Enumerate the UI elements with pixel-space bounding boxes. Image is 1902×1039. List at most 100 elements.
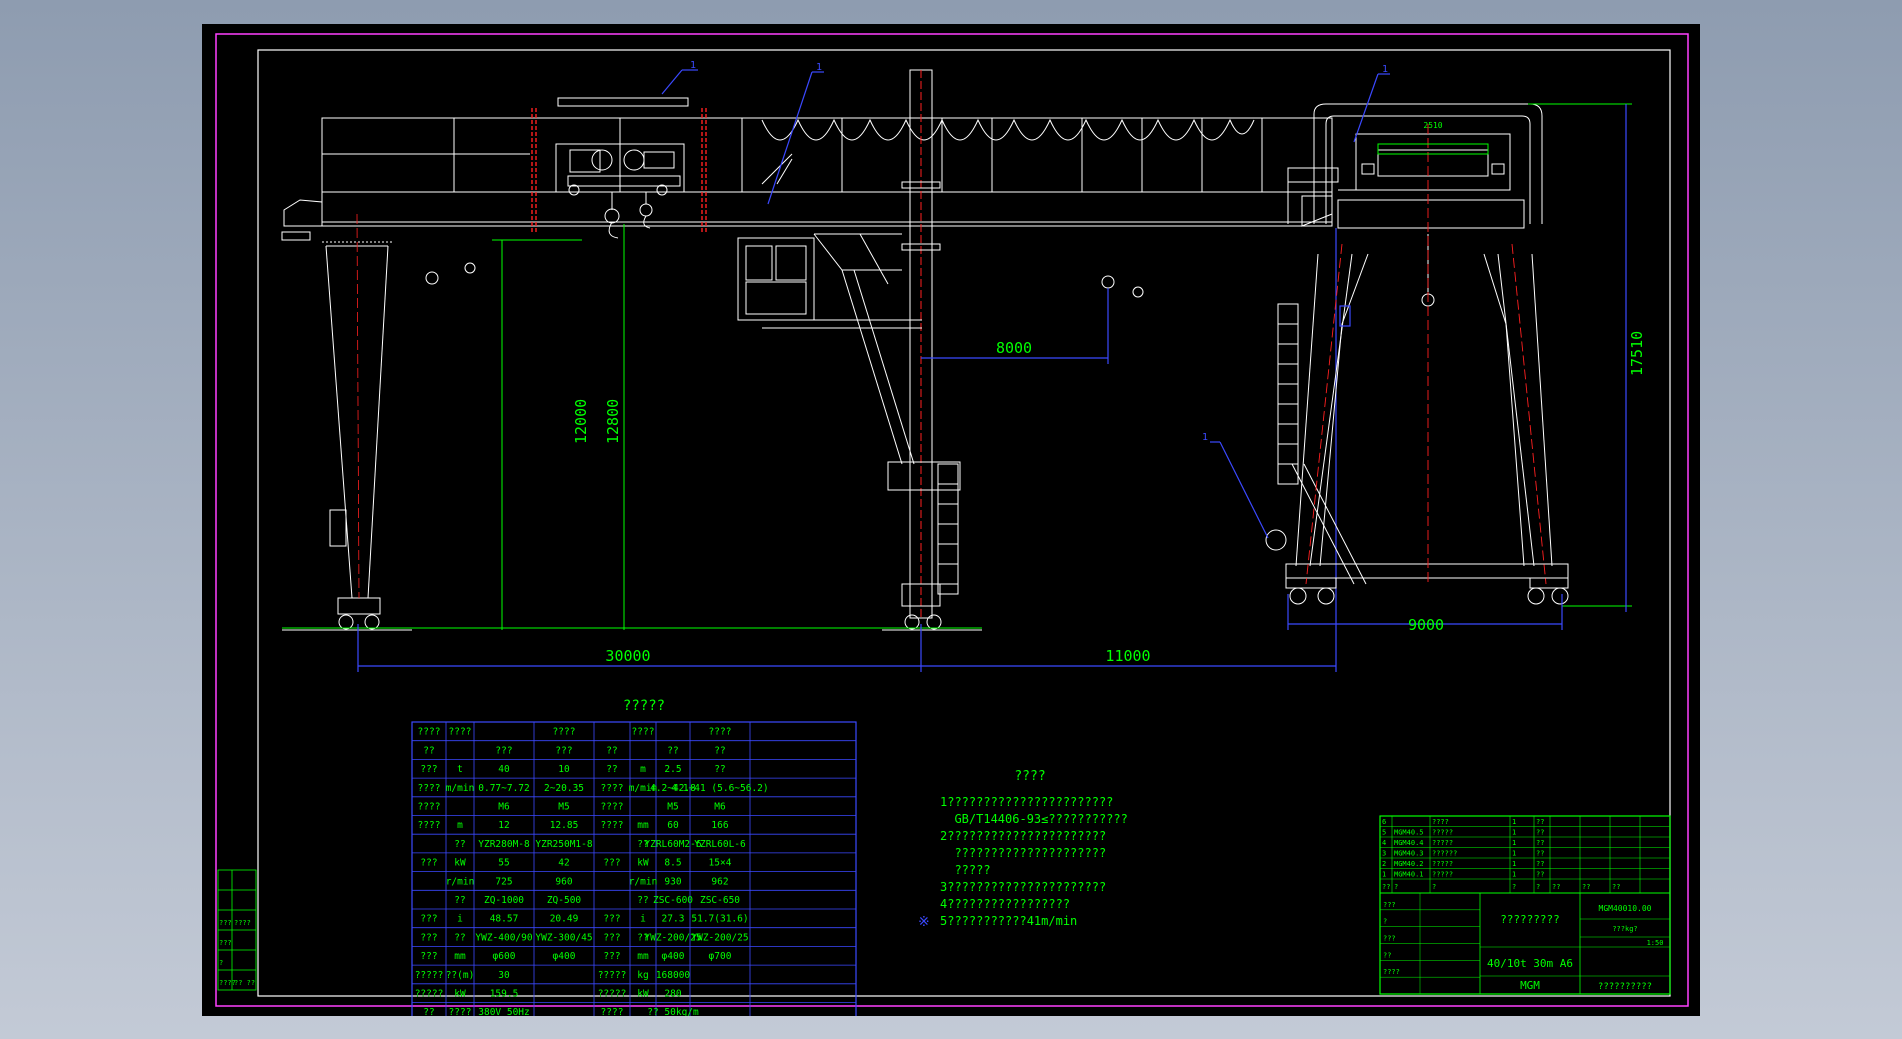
- spec-cell: ???: [420, 858, 437, 869]
- spec-cell: φ400: [553, 951, 576, 962]
- main-girder-railing: [321, 117, 1333, 193]
- parts-header-cell: ??: [1582, 883, 1590, 891]
- drawing-number: MGM40010.00: [1599, 904, 1652, 913]
- parts-cell: MGM40.3: [1394, 850, 1424, 858]
- dim-gauge: 9000: [1408, 616, 1444, 634]
- title-block: 6???? 1 ??5 MGM40.5????? 1 ??4 MGM40.4????? 1??…: [1379, 815, 1671, 995]
- parts-cell: ??: [1536, 818, 1544, 826]
- spec-cell: ????: [601, 783, 624, 794]
- leader-line: [1219, 441, 1269, 539]
- spec-cell: YZR280M-8: [478, 839, 530, 850]
- spec-table-title: ?????: [623, 698, 665, 714]
- drawing-spec: 40/10t 30m A6: [1487, 957, 1573, 970]
- spec-cell: kW: [637, 989, 649, 1000]
- spec-cell: ??: [714, 764, 725, 775]
- note-line: 1???????????????????????: [940, 795, 1113, 809]
- spec-cell: ????: [632, 727, 655, 738]
- spec-cell: 0.77~7.72: [478, 783, 529, 794]
- weight-label: ???kg?: [1612, 925, 1637, 933]
- spec-cell: 55: [498, 858, 509, 869]
- parts-cell: ?????: [1432, 829, 1453, 837]
- spec-cell: ZSC-600: [653, 895, 693, 906]
- leader-label: 1: [816, 62, 822, 73]
- spec-cell: ????: [449, 1007, 472, 1016]
- spec-cell: ???: [495, 745, 512, 756]
- cable-festoon: [761, 118, 1255, 141]
- spec-cell: 2~20.35: [544, 783, 584, 794]
- side-trolley: [1355, 133, 1511, 191]
- spec-cell: 159.5: [490, 989, 519, 1000]
- parts-cell: 6: [1382, 818, 1386, 826]
- spec-cell: ??: [714, 745, 725, 756]
- spec-cell: ????: [418, 727, 441, 738]
- parts-cell: 1: [1512, 850, 1516, 858]
- leader-line: [661, 69, 683, 95]
- parts-cell: ??????: [1432, 850, 1457, 858]
- dim-trolley-gauge: 2510: [1423, 121, 1442, 130]
- spec-cell: 48.57: [490, 914, 519, 925]
- parts-cell: 3: [1382, 850, 1386, 858]
- spec-cell: ZSC-650: [700, 895, 740, 906]
- spec-cell: ?????: [598, 970, 627, 981]
- spec-cell: m: [640, 764, 646, 775]
- spec-cell: ZQ-1000: [484, 895, 524, 906]
- note-line: 5???????????41m/min: [940, 914, 1077, 928]
- side-left-leg: [1295, 253, 1319, 567]
- parts-header-cell: ?: [1394, 883, 1398, 891]
- spec-cell: ????: [418, 820, 441, 831]
- spec-cell: mm: [637, 951, 649, 962]
- spec-cell: 12.85: [550, 820, 579, 831]
- title-block-label: ???: [1383, 901, 1396, 909]
- side-strip-label: ???: [219, 939, 232, 947]
- side-strip-label: ?: [219, 959, 223, 967]
- leader-label: 1: [690, 60, 696, 71]
- dim-span: 30000: [605, 647, 650, 665]
- spec-cell: 280: [664, 989, 681, 1000]
- leader-line: [1353, 73, 1379, 143]
- spec-cell: r/min: [629, 876, 658, 887]
- spec-cell: ??: [454, 839, 465, 850]
- spec-cell: 2.5: [664, 764, 681, 775]
- parts-cell: 1: [1512, 829, 1516, 837]
- parts-header-cell: ??: [1612, 883, 1620, 891]
- note-line: 2??????????????????????: [940, 829, 1106, 843]
- parts-cell: 1: [1512, 818, 1516, 826]
- parts-cell: ?????: [1432, 871, 1453, 879]
- spec-cell: 380V 50Hz: [478, 1007, 529, 1016]
- note-line: 3??????????????????????: [940, 880, 1106, 894]
- title-block-label: ??: [1383, 951, 1391, 959]
- spec-cell: 168000: [656, 970, 691, 981]
- parts-cell: 2: [1382, 860, 1386, 868]
- side-strip: [217, 869, 257, 991]
- spec-cell: ???: [603, 951, 620, 962]
- spec-cell: M5: [667, 802, 678, 813]
- spec-cell: i: [457, 914, 463, 925]
- spec-cell: ?????: [415, 970, 444, 981]
- note-line: GB/T14406-93≤???????????: [940, 812, 1128, 826]
- parts-header-cell: ??: [1382, 883, 1390, 891]
- spec-cell: ???: [603, 914, 620, 925]
- parts-cell: MGM40.4: [1394, 839, 1424, 847]
- spec-table: ????????????????????????????????????? t 40…: [411, 721, 857, 1016]
- spec-cell: kW: [454, 989, 466, 1000]
- spec-cell: 930: [664, 876, 681, 887]
- parts-cell: ?????: [1432, 839, 1453, 847]
- spec-cell: ??: [423, 1007, 434, 1016]
- drawing-sheet: ??? ??? ? ???? ???? ?? ?? 12000 12800 30…: [202, 24, 1700, 1016]
- side-elevation: [1265, 103, 1569, 605]
- note-line: ?????????????????????: [940, 846, 1106, 860]
- spec-cell: φ400: [662, 951, 685, 962]
- parts-header-cell: ??: [1552, 883, 1560, 891]
- spec-cell: 8.5: [664, 858, 681, 869]
- main-girder: [321, 191, 1333, 227]
- spec-cell: ????: [601, 802, 624, 813]
- spec-cell: r/min: [446, 876, 475, 887]
- spec-cell: 51.7(31.6): [691, 914, 748, 925]
- spec-cell: ??(m): [446, 970, 475, 981]
- parts-cell: MGM40.5: [1394, 829, 1424, 837]
- parts-cell: ?????: [1432, 860, 1453, 868]
- drawing-name: ?????????: [1500, 913, 1560, 926]
- note-line: 4?????????????????: [940, 897, 1070, 911]
- spec-cell: M5: [558, 802, 569, 813]
- notes: 1??????????????????????? GB/T14406-93≤??…: [918, 795, 1128, 930]
